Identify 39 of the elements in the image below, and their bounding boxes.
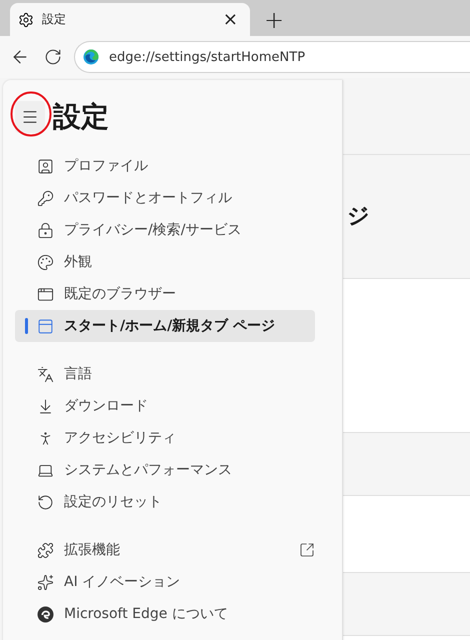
sidebar-item[interactable]: ダウンロード xyxy=(15,390,315,422)
palette-icon xyxy=(37,254,54,270)
sidebar-item[interactable]: 既定のブラウザー xyxy=(15,278,315,310)
sidebar-item[interactable]: 設定のリセット xyxy=(15,486,315,518)
sidebar-item[interactable]: AI イノベーション xyxy=(15,566,315,598)
selection-bar xyxy=(25,318,28,334)
sidebar-item[interactable]: 外観 xyxy=(15,246,315,278)
sidebar-title: 設定 xyxy=(53,99,109,135)
sidebar-item[interactable]: プロファイル xyxy=(15,150,315,182)
puzzle-icon xyxy=(37,542,54,558)
reset-icon xyxy=(37,494,54,510)
lock-icon xyxy=(37,222,54,238)
sidebar-item[interactable]: 拡張機能 xyxy=(15,534,315,566)
sidebar-item[interactable]: プライバシー/検索/サービス xyxy=(15,214,315,246)
sidebar-item[interactable]: パスワードとオートフィル xyxy=(15,182,315,214)
browser-logo-icon xyxy=(83,49,99,65)
sidebar-item[interactable]: システムとパフォーマンス xyxy=(15,454,315,486)
highlight-circle xyxy=(10,91,52,137)
download-icon xyxy=(37,398,54,414)
profile-icon xyxy=(37,158,54,174)
close-button[interactable]: × xyxy=(218,9,242,30)
page-heading: ジ xyxy=(347,204,370,229)
menu-button[interactable] xyxy=(15,101,45,133)
language-icon xyxy=(37,366,54,382)
panel-icon xyxy=(37,318,54,334)
address-field[interactable]: edge://settings/startHomeNTP xyxy=(74,41,470,73)
settings-icon xyxy=(18,12,34,28)
sparkle-icon xyxy=(37,574,54,590)
sidebar-item[interactable]: スタート/ホーム/新規タブ ページ xyxy=(15,310,315,342)
tab-title: 設定 xyxy=(42,11,67,28)
window-icon xyxy=(37,286,54,302)
sidebar-item[interactable]: 言語 xyxy=(15,358,315,390)
sidebar-item[interactable]: アクセシビリティ xyxy=(15,422,315,454)
browser-tab[interactable]: 設定 × xyxy=(10,3,250,36)
browser-logo-icon xyxy=(37,606,54,622)
sidebar-item[interactable]: Microsoft Edge について xyxy=(15,598,315,630)
refresh-icon xyxy=(44,48,62,66)
key-icon xyxy=(37,190,54,206)
new-tab-button[interactable]: + xyxy=(258,3,290,36)
